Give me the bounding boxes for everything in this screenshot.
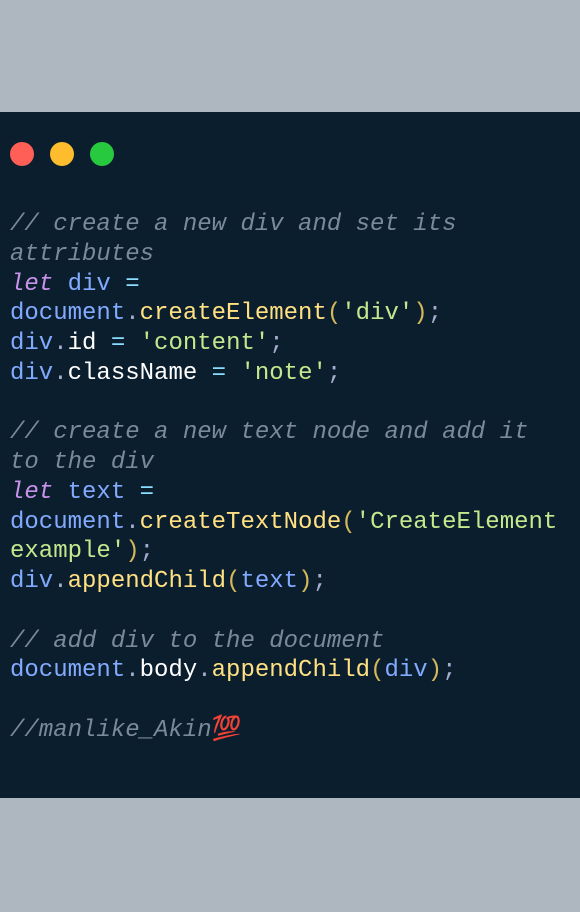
var-div: div xyxy=(68,271,111,298)
arg-text: text xyxy=(240,568,298,595)
equals: = xyxy=(125,271,139,298)
prop-id: id xyxy=(68,330,97,357)
code-window: // create a new div and set its attribut… xyxy=(0,112,580,798)
comment: // create a new text node and add it to … xyxy=(10,419,543,476)
var-div: div xyxy=(10,330,53,357)
string-div: 'div' xyxy=(341,300,413,327)
document-obj: document xyxy=(10,509,125,536)
var-div: div xyxy=(10,360,53,387)
arg-div: div xyxy=(384,657,427,684)
var-text: text xyxy=(68,479,126,506)
create-textnode-fn: createTextNode xyxy=(140,509,342,536)
hundred-emoji-icon: 💯 xyxy=(212,717,242,744)
signature-comment: //manlike_Akin💯 xyxy=(10,717,242,744)
prop-classname: className xyxy=(68,360,198,387)
close-icon[interactable] xyxy=(10,142,34,166)
string-content: 'content' xyxy=(140,330,270,357)
comment: // create a new div and set its attribut… xyxy=(10,211,471,268)
create-element-fn: createElement xyxy=(140,300,327,327)
prop-body: body xyxy=(140,657,198,684)
document-obj: document xyxy=(10,657,125,684)
appendchild-fn: appendChild xyxy=(68,568,226,595)
comment: // add div to the document xyxy=(10,628,384,655)
keyword-let: let xyxy=(10,271,53,298)
traffic-lights xyxy=(10,122,570,166)
maximize-icon[interactable] xyxy=(90,142,114,166)
keyword-let: let xyxy=(10,479,53,506)
var-div: div xyxy=(10,568,53,595)
code-block: // create a new div and set its attribut… xyxy=(10,166,570,746)
string-note: 'note' xyxy=(240,360,326,387)
document-obj: document xyxy=(10,300,125,327)
appendchild-fn: appendChild xyxy=(212,657,370,684)
minimize-icon[interactable] xyxy=(50,142,74,166)
